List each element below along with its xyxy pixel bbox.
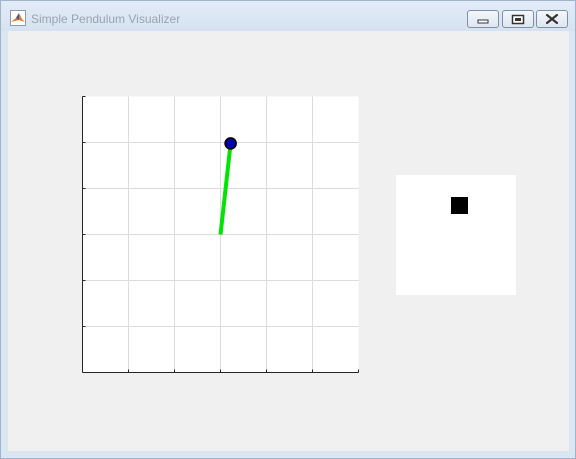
- close-icon: [545, 13, 559, 25]
- app-window: Simple Pendulum Visualizer: [0, 0, 576, 459]
- figure-canvas: [8, 31, 569, 451]
- minimize-icon: [477, 19, 489, 24]
- matlab-icon: [10, 10, 26, 26]
- restore-button[interactable]: [502, 10, 534, 28]
- pendulum-bob: [224, 137, 237, 150]
- square-display: [396, 175, 516, 295]
- minimize-button[interactable]: [467, 10, 499, 28]
- pendulum-axes: [82, 96, 359, 373]
- restore-icon: [511, 14, 525, 25]
- window-title: Simple Pendulum Visualizer: [31, 12, 181, 26]
- square-marker: [451, 197, 468, 214]
- close-button[interactable]: [536, 10, 568, 28]
- title-bar[interactable]: Simple Pendulum Visualizer: [1, 1, 575, 31]
